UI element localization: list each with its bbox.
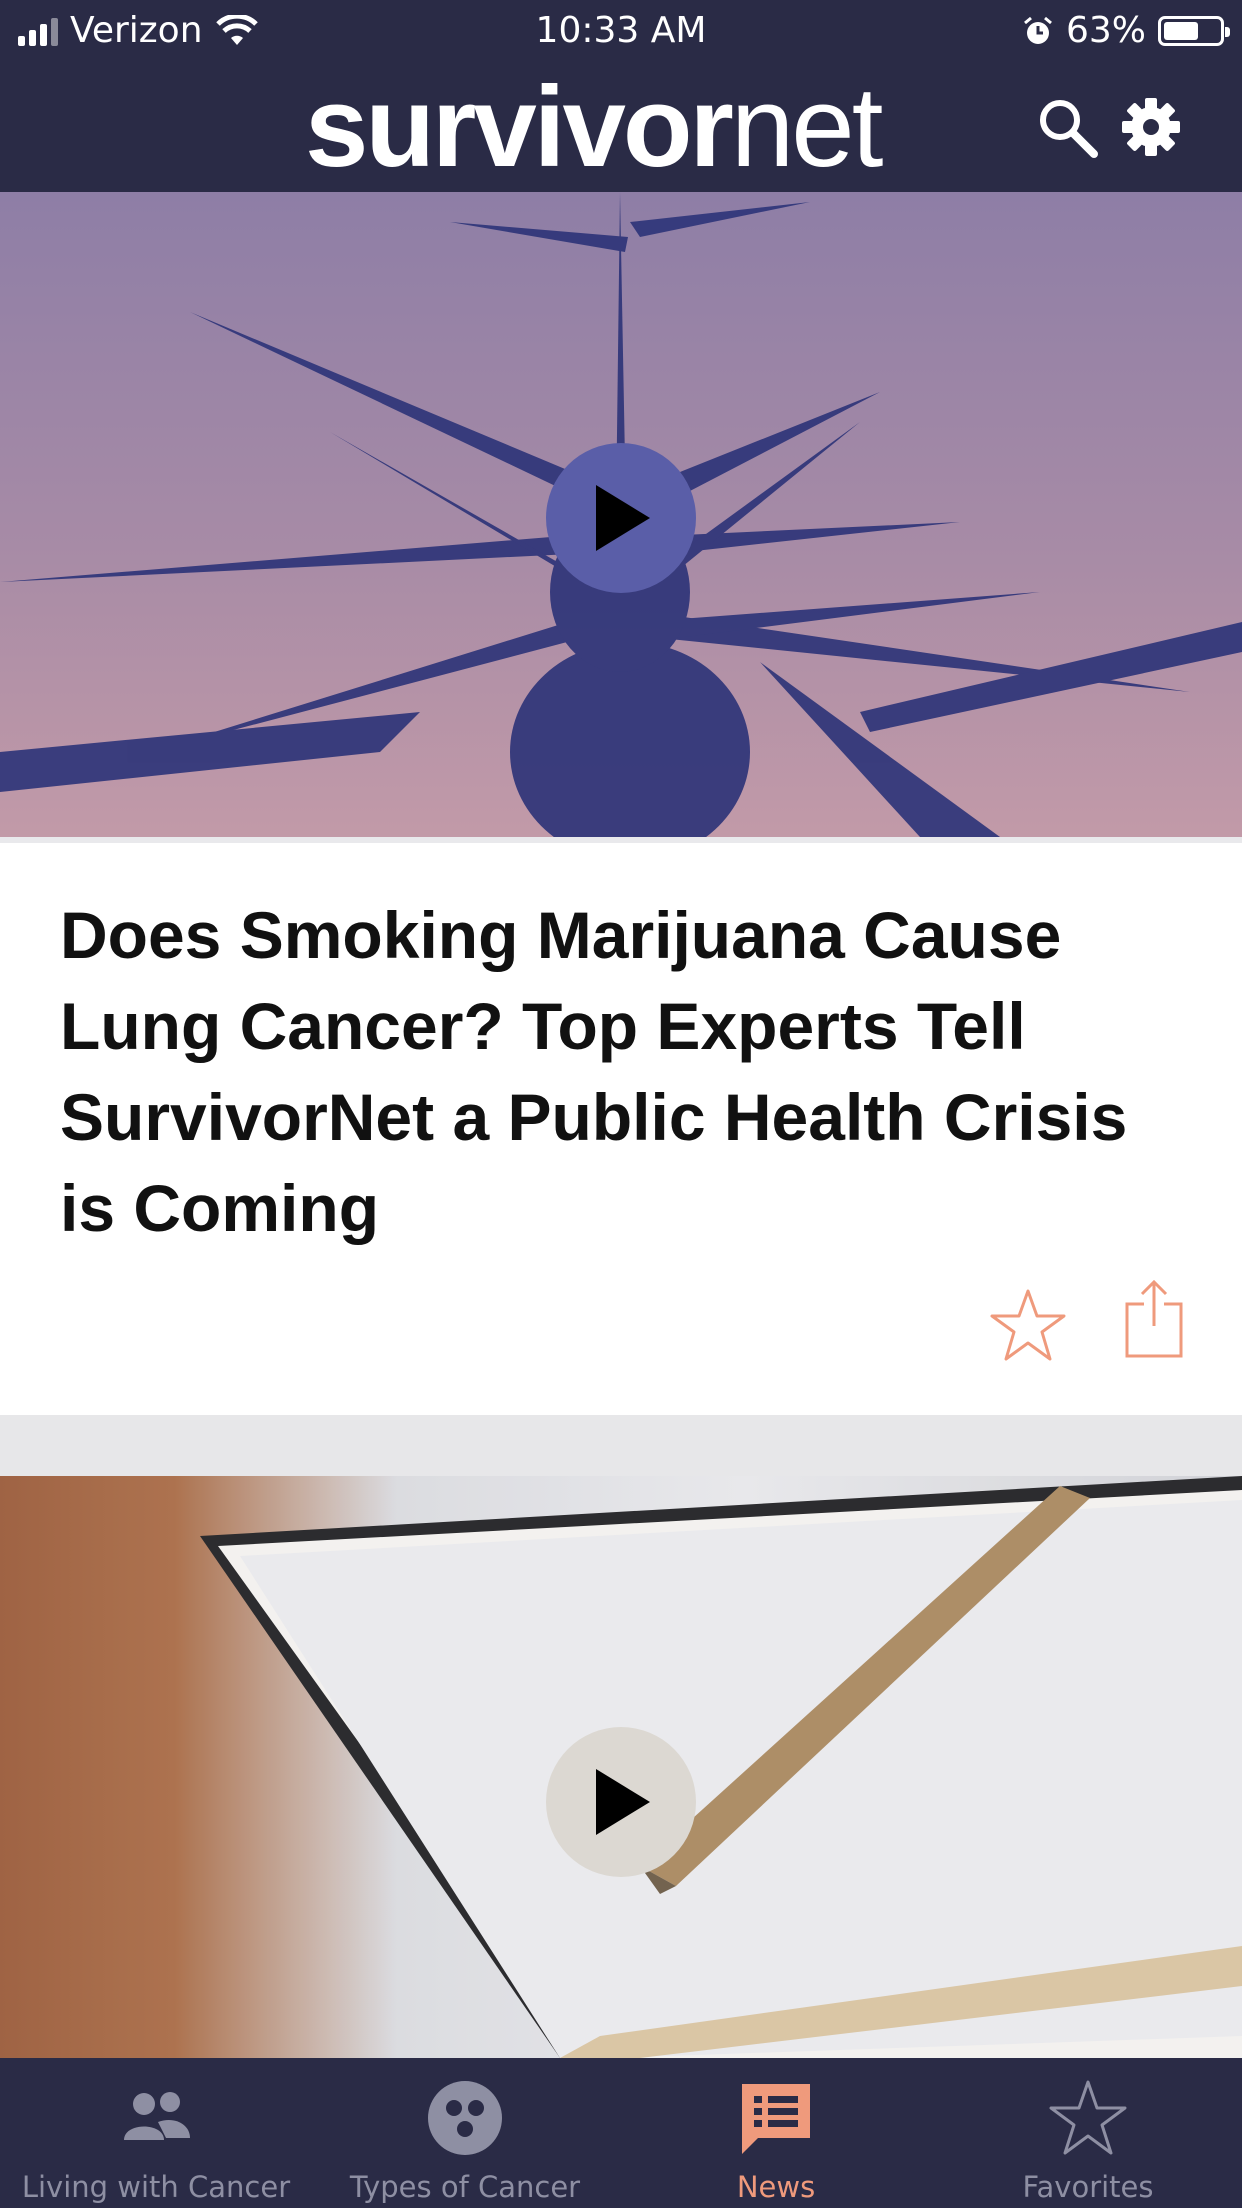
play-icon <box>596 1769 650 1835</box>
logo-light-text: net <box>730 63 883 191</box>
status-bar: Verizon 10:33 AM 63% <box>0 0 1242 62</box>
article-title[interactable]: Does Smoking Marijuana Cause Lung Cancer… <box>60 890 1190 1254</box>
share-icon[interactable] <box>1124 1280 1184 1358</box>
star-icon <box>1049 2080 1127 2155</box>
image-divider <box>0 837 1242 843</box>
tab-news[interactable]: News <box>618 2058 934 2208</box>
card-separator <box>0 1415 1242 1476</box>
play-video-button[interactable] <box>546 1727 696 1877</box>
play-icon <box>596 485 650 551</box>
tab-types-of-cancer[interactable]: Types of Cancer <box>312 2058 618 2208</box>
logo-bold-text: survivor <box>305 63 734 191</box>
alarm-icon <box>1024 16 1052 44</box>
tab-label: Types of Cancer <box>349 2170 581 2204</box>
tab-favorites[interactable]: Favorites <box>934 2058 1242 2208</box>
tab-living-with-cancer[interactable]: Living with Cancer <box>0 2058 312 2208</box>
cells-icon <box>428 2081 502 2155</box>
battery-icon <box>1158 15 1230 46</box>
tab-label: Favorites <box>1022 2170 1154 2204</box>
search-icon[interactable] <box>1034 94 1100 160</box>
status-right: 63% <box>1022 10 1230 51</box>
people-icon <box>124 2092 190 2140</box>
app-header: survivor net <box>0 62 1242 192</box>
news-icon <box>742 2084 810 2154</box>
battery-percent: 63% <box>1065 10 1146 51</box>
play-video-button[interactable] <box>546 443 696 593</box>
bottom-tab-bar: Living with Cancer Types of Cancer News … <box>0 2058 1242 2208</box>
tab-label: Living with Cancer <box>21 2170 291 2204</box>
star-icon[interactable] <box>990 1288 1066 1362</box>
battery-fill <box>1164 21 1198 40</box>
tab-label: News <box>736 2170 816 2204</box>
gear-icon[interactable] <box>1118 94 1184 160</box>
survivornet-logo[interactable]: survivor net <box>305 62 883 192</box>
